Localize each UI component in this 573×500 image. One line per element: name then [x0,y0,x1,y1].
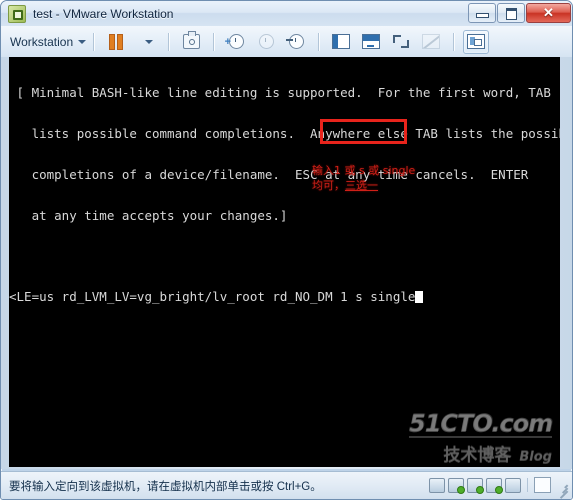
take-snapshot-button[interactable]: + [223,30,249,54]
minimize-button[interactable] [468,3,496,23]
status-bar: 要将输入定向到该虚拟机，请在虚拟机内部单击或按 Ctrl+G。 [1,471,572,499]
close-button[interactable]: ✕ [526,3,571,23]
workstation-menu-label: Workstation [10,34,74,49]
status-cd-dvd-icon[interactable] [448,477,465,494]
show-sidebar-button[interactable] [328,30,354,54]
block-cursor [415,291,424,304]
pause-vm-button[interactable] [103,30,129,54]
fullscreen-icon [393,35,410,48]
title-bar[interactable]: test - VMware Workstation ✕ [1,1,572,26]
pause-dropdown-button[interactable] [133,30,159,54]
snapshot-manager-button[interactable] [178,30,204,54]
status-hard-disk-icon[interactable] [429,477,445,493]
vmware-workstation-window: test - VMware Workstation ✕ Workstation [0,0,573,500]
chevron-down-icon [78,39,87,44]
status-network-icon[interactable] [486,477,503,494]
status-floppy-icon[interactable] [467,477,484,494]
status-blank-icon[interactable] [534,477,551,493]
vm-guest-screen[interactable]: [ Minimal BASH-like line editing is supp… [9,57,560,467]
clock-back-icon [285,34,304,49]
revert-snapshot-button [253,30,279,54]
toolbar-separator [213,32,215,51]
status-separator [527,478,528,492]
status-device-icons [429,477,568,499]
snapshot-icon [182,31,200,49]
chevron-down-icon [144,39,153,44]
grub-terminal[interactable]: [ Minimal BASH-like line editing is supp… [9,57,560,467]
toolbar-separator [93,32,95,51]
command-prompt-text: <LE=us rd_LVM_LV=vg_bright/lv_root rd_NO… [9,289,341,305]
vmware-icon [8,4,26,23]
annotation-line-2-prefix: 均可， [312,179,345,192]
annotation-text: 输入1 或 s 或 single 均可，三选一 [312,163,415,193]
close-icon: ✕ [543,5,554,20]
screen-icon [362,34,381,49]
console-icon [467,34,486,49]
clock-plus-icon: + [225,34,244,49]
console-layout-button[interactable] [463,29,490,54]
grub-command-line[interactable]: <LE=us rd_LVM_LV=vg_bright/lv_root rd_NO… [9,290,560,304]
toolbar-separator [168,32,170,51]
vm-display-area: [ Minimal BASH-like line editing is supp… [1,57,572,469]
status-usb-icon[interactable] [505,477,521,493]
toolbar: Workstation + [1,26,572,58]
workstation-menu-button[interactable]: Workstation [10,34,87,49]
resize-grip-icon[interactable] [556,479,568,499]
unity-icon [422,34,441,49]
clock-icon [258,34,274,49]
window-title: test - VMware Workstation [33,6,174,21]
fullscreen-button[interactable] [388,30,414,54]
command-typed-text: 1 s single [340,289,416,305]
terminal-line: completions of a device/filename. ESC at… [9,166,529,182]
maximize-icon [506,8,517,20]
terminal-line: [ Minimal BASH-like line editing is supp… [9,85,551,101]
toolbar-separator [453,32,455,51]
annotation-line-1: 输入1 或 s 或 single [312,164,416,177]
show-console-view-button[interactable] [358,30,384,54]
maximize-button[interactable] [497,3,525,23]
terminal-line: lists possible command completions. Anyw… [9,125,560,141]
minimize-icon [476,13,489,18]
toolbar-separator [318,32,320,51]
manage-snapshots-button[interactable] [283,30,309,54]
window-controls: ✕ [467,3,571,23]
terminal-line: at any time accepts your changes.] [9,207,288,223]
status-message: 要将输入定向到该虚拟机，请在虚拟机内部单击或按 Ctrl+G。 [9,480,322,493]
pause-icon [109,33,124,50]
unity-mode-button [418,30,444,54]
annotation-line-2-underlined: 三选一 [345,179,378,192]
panel-left-icon [332,34,351,49]
